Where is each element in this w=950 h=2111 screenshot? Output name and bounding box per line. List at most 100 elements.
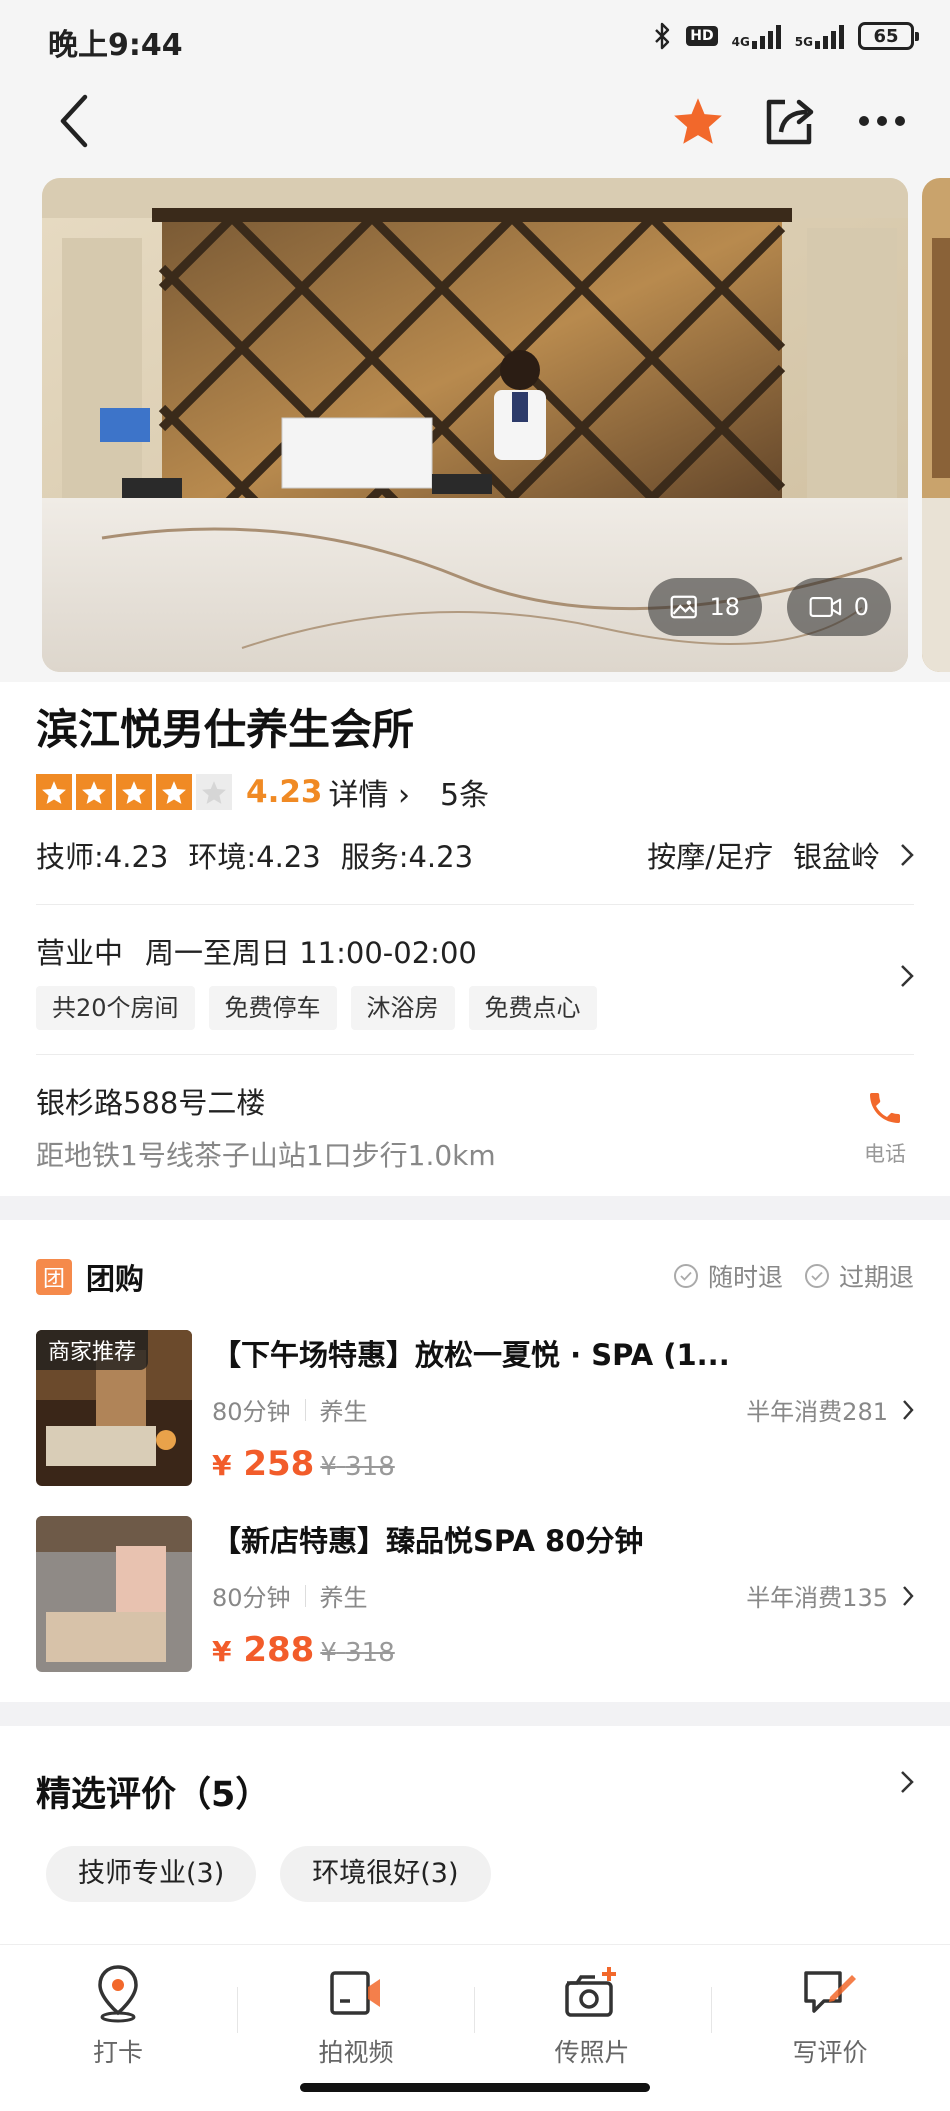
deal-meta: 80分钟 养生: [212, 1578, 368, 1613]
photo-gallery[interactable]: 18 0: [0, 172, 950, 682]
section-gap: [0, 1702, 950, 1726]
review-chip[interactable]: 技师专业(3): [46, 1846, 257, 1902]
sub-scores: 技师:4.23 环境:4.23 服务:4.23: [36, 834, 473, 876]
chevron-right-icon: [901, 965, 914, 987]
next-photo-peek[interactable]: [922, 178, 950, 672]
back-button[interactable]: [44, 86, 104, 156]
deal-item[interactable]: 【新店特惠】臻品悦SPA 80分钟 80分钟 养生 半年消费135 ¥ 288 …: [0, 1516, 950, 1676]
tab-label: 打卡: [92, 2038, 143, 2067]
rating-score: 4.23: [246, 774, 323, 810]
meta-separator: [304, 1398, 306, 1421]
share-button[interactable]: [758, 86, 822, 156]
write-review-icon: [804, 1971, 856, 2013]
bluetooth-icon: [655, 22, 670, 50]
checkin-tab[interactable]: 打卡: [28, 1961, 208, 2069]
transit-info: 距地铁1号线茶子山站1口步行1.0km: [36, 1139, 496, 1172]
merchant-recommend-badge: 商家推荐: [36, 1330, 149, 1370]
rating-stars: [36, 774, 232, 810]
more-button[interactable]: [850, 86, 914, 156]
facility-tag: 共20个房间: [36, 986, 195, 1030]
deal-thumbnail: 商家推荐: [36, 1330, 192, 1486]
photo-count-pill[interactable]: 18: [648, 578, 762, 636]
star-empty-icon: [196, 774, 232, 810]
video-count-pill[interactable]: 0: [787, 578, 891, 636]
sub-score-technician: 技师:4.23: [36, 840, 169, 874]
hours-text: 周一至周日 11:00-02:00: [145, 936, 477, 970]
sub-score-service: 服务:4.23: [340, 840, 474, 874]
reviews-title[interactable]: 精选评价（5）: [36, 1766, 270, 1817]
shoot-video-tab[interactable]: 拍视频: [266, 1961, 446, 2069]
upload-photo-tab[interactable]: 传照片: [502, 1961, 682, 2069]
star-filled-icon: [76, 774, 112, 810]
star-filled-icon: [156, 774, 192, 810]
current-price: ¥ 288: [212, 1630, 315, 1670]
phone-label: 电话: [864, 1142, 906, 1166]
address[interactable]: 银杉路588号二楼: [36, 1080, 265, 1122]
business-hours[interactable]: 营业中 周一至周日 11:00-02:00: [36, 930, 477, 972]
hours-detail-button[interactable]: [900, 964, 914, 992]
chevron-right-icon: [901, 1771, 914, 1793]
deal-meta: 80分钟 养生: [212, 1392, 368, 1427]
chevron-right-icon: [903, 1399, 914, 1420]
status-icons: HD 4G 5G 65: [652, 22, 919, 50]
deal-sales: 半年消费135: [746, 1578, 914, 1613]
review-count: 5条: [440, 778, 490, 813]
status-bar: 晚上9:44 HD 4G 5G 65: [0, 0, 950, 76]
deal-duration: 80分钟: [212, 1398, 291, 1426]
battery-icon: 65: [858, 22, 919, 50]
location-pin-icon: [98, 1965, 138, 2023]
deal-price: ¥ 288 ¥ 318: [212, 1630, 395, 1670]
deal-type: 养生: [319, 1584, 368, 1612]
review-chip[interactable]: 环境很好(3): [280, 1846, 491, 1902]
tab-separator: [474, 1987, 475, 2033]
write-review-tab[interactable]: 写评价: [740, 1961, 920, 2069]
phone-button[interactable]: [860, 1088, 910, 1132]
favorite-button[interactable]: [668, 86, 728, 156]
tab-label: 传照片: [554, 2038, 630, 2067]
signal-icon: 4G: [732, 23, 781, 49]
meta-separator: [304, 1584, 306, 1607]
star-filled-icon: [116, 774, 152, 810]
refund-any-time: 随时退: [673, 1258, 783, 1294]
phone-icon: [870, 1093, 900, 1123]
tab-label: 写评价: [792, 2038, 868, 2067]
star-filled-icon: [36, 774, 72, 810]
photo-count: 18: [709, 593, 740, 621]
original-price: ¥ 318: [320, 1638, 395, 1668]
review-chips: 技师专业(3) 环境很好(3): [46, 1846, 491, 1902]
divider: [36, 1054, 914, 1055]
refund-expired: 过期退: [804, 1258, 914, 1294]
facility-tag: 沐浴房: [350, 986, 455, 1030]
facility-tag: 免费点心: [468, 986, 597, 1030]
deal-title: 【新店特惠】臻品悦SPA 80分钟: [212, 1524, 644, 1558]
back-icon: [60, 94, 88, 148]
hd-badge: HD: [686, 26, 718, 46]
group-buy-badge: 团: [36, 1259, 72, 1295]
category-name: 按摩/足疗: [647, 840, 773, 874]
check-circle-icon: [673, 1264, 698, 1288]
home-indicator[interactable]: [300, 2083, 650, 2092]
check-circle-icon: [804, 1264, 829, 1288]
deal-type: 养生: [319, 1398, 368, 1426]
next-photo-image: [922, 178, 950, 672]
signal-icon-2: 5G: [795, 23, 844, 49]
shop-photo[interactable]: 18 0: [42, 178, 908, 672]
facility-tags: 共20个房间 免费停车 沐浴房 免费点心: [36, 986, 597, 1030]
video-count: 0: [853, 593, 869, 621]
facility-tag: 免费停车: [208, 986, 337, 1030]
reviews-more-button[interactable]: [900, 1770, 914, 1798]
group-buy-header: 团 团购: [36, 1256, 144, 1298]
share-icon: [766, 99, 814, 145]
camera-plus-icon: [565, 1967, 616, 2017]
rating-detail-link[interactable]: 详情 ›: [329, 770, 411, 814]
chevron-right-icon: [903, 1585, 914, 1606]
sub-score-environment: 环境:4.23: [188, 840, 321, 874]
tab-separator: [237, 1987, 238, 2033]
open-status: 营业中: [36, 936, 124, 970]
star-icon: [674, 98, 722, 144]
rating-row[interactable]: 4.23 详情 › 5条: [36, 770, 489, 814]
spa-room-image: [36, 1516, 192, 1672]
category-link[interactable]: 按摩/足疗 银盆岭: [647, 834, 914, 876]
deal-thumbnail: [36, 1516, 192, 1672]
deal-item[interactable]: 商家推荐 【下午场特惠】放松一夏悦 · SPA (1... 80分钟 养生 半年…: [0, 1330, 950, 1490]
